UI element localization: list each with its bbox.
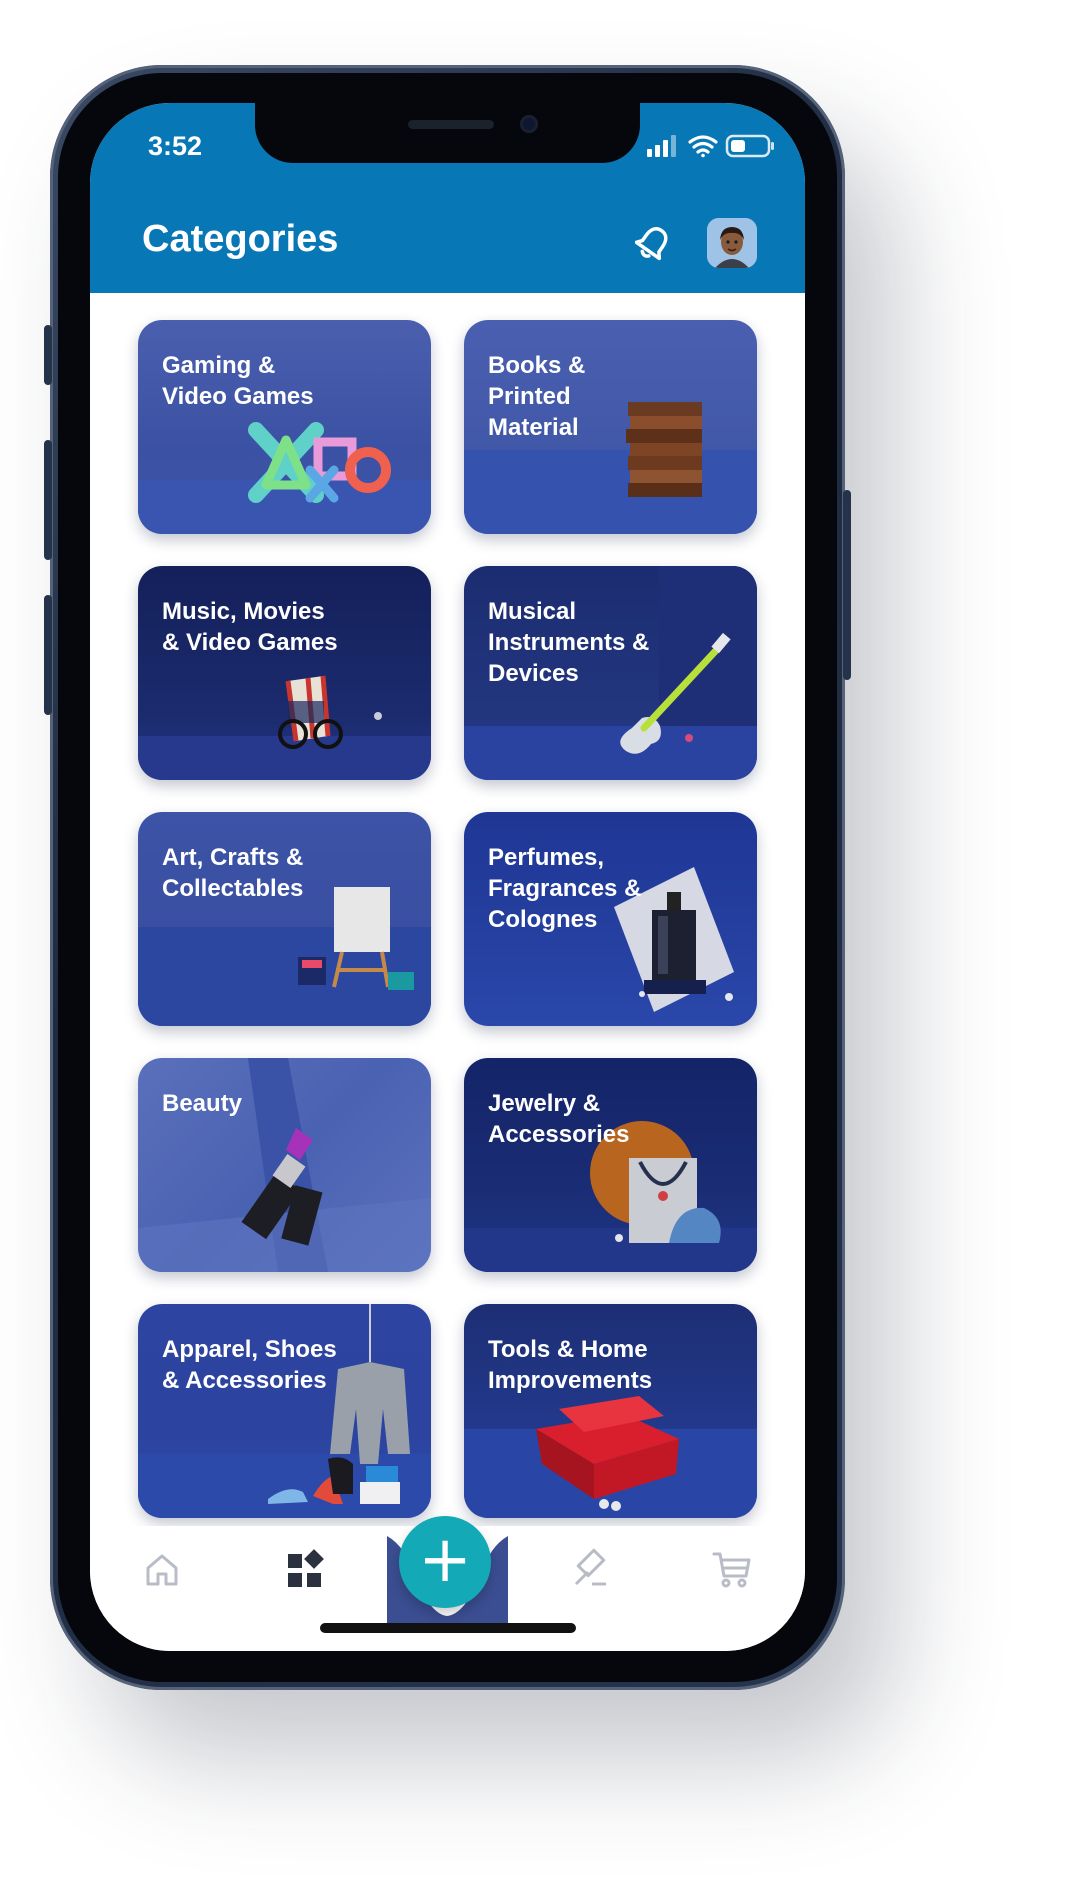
category-grid: Gaming & Video Games Books & Printed Mat…: [138, 320, 758, 1518]
category-label: Musical Instruments & Devices: [488, 598, 650, 687]
battery-icon: [725, 134, 774, 158]
speaker: [408, 120, 494, 129]
category-card-tools[interactable]: Tools & Home Improvements: [464, 1304, 757, 1518]
category-label: Jewelry & Accessories: [488, 1090, 630, 1148]
home-icon: [146, 1554, 178, 1586]
notch: [255, 103, 640, 163]
home-indicator[interactable]: [320, 1623, 576, 1633]
category-label: Tools & Home Improvements: [488, 1336, 653, 1394]
volume-down-button: [44, 595, 52, 715]
add-icon: +: [418, 1523, 472, 1597]
category-card-apparel[interactable]: Apparel, Shoes & Accessories: [138, 1304, 431, 1518]
app-header: 3:52 Categories: [90, 103, 805, 293]
cart-icon: [712, 1552, 751, 1588]
app-screen: 3:52 Categories Gaming & Video Games Boo…: [90, 103, 805, 1651]
category-card-perfumes[interactable]: Perfumes, Fragrances & Colognes: [464, 812, 757, 1026]
auction-gavel-icon: [574, 1548, 606, 1586]
category-label: Gaming & Video Games: [162, 352, 314, 410]
category-label: Beauty: [162, 1090, 243, 1117]
category-card-beauty[interactable]: Beauty: [138, 1058, 431, 1272]
category-card-music-movies[interactable]: Music, Movies & Video Games: [138, 566, 431, 780]
wifi-icon: [688, 135, 718, 158]
category-card-instruments[interactable]: Musical Instruments & Devices: [464, 566, 757, 780]
tab-categories[interactable]: [280, 1546, 328, 1594]
game-controller-symbols-icon: [248, 422, 391, 503]
tab-auctions[interactable]: [566, 1546, 614, 1594]
power-button: [843, 490, 851, 680]
front-camera: [520, 115, 538, 133]
status-time: 3:52: [148, 131, 203, 161]
volume-up-button: [44, 440, 52, 560]
page-title: Categories: [142, 218, 339, 260]
category-label: Apparel, Shoes & Accessories: [162, 1336, 337, 1394]
category-card-jewelry[interactable]: Jewelry & Accessories: [464, 1058, 757, 1272]
category-card-gaming[interactable]: Gaming & Video Games: [138, 320, 431, 534]
status-icons: [647, 133, 777, 159]
categories-icon: [288, 1549, 324, 1587]
category-label: Music, Movies & Video Games: [162, 598, 338, 656]
tab-cart[interactable]: [708, 1546, 756, 1594]
tab-home[interactable]: [138, 1546, 186, 1594]
mute-switch: [44, 325, 52, 385]
category-label: Books & Printed Material: [488, 352, 586, 441]
category-card-art[interactable]: Art, Crafts & Collectables: [138, 812, 431, 1026]
category-label: Perfumes, Fragrances & Colognes: [488, 844, 642, 933]
signal-icon: [647, 135, 676, 157]
category-label: Art, Crafts & Collectables: [162, 844, 304, 902]
category-card-books[interactable]: Books & Printed Material: [464, 320, 757, 534]
bell-icon[interactable]: [634, 223, 671, 263]
add-listing-button[interactable]: +: [399, 1516, 491, 1608]
user-avatar-icon[interactable]: [707, 218, 757, 268]
